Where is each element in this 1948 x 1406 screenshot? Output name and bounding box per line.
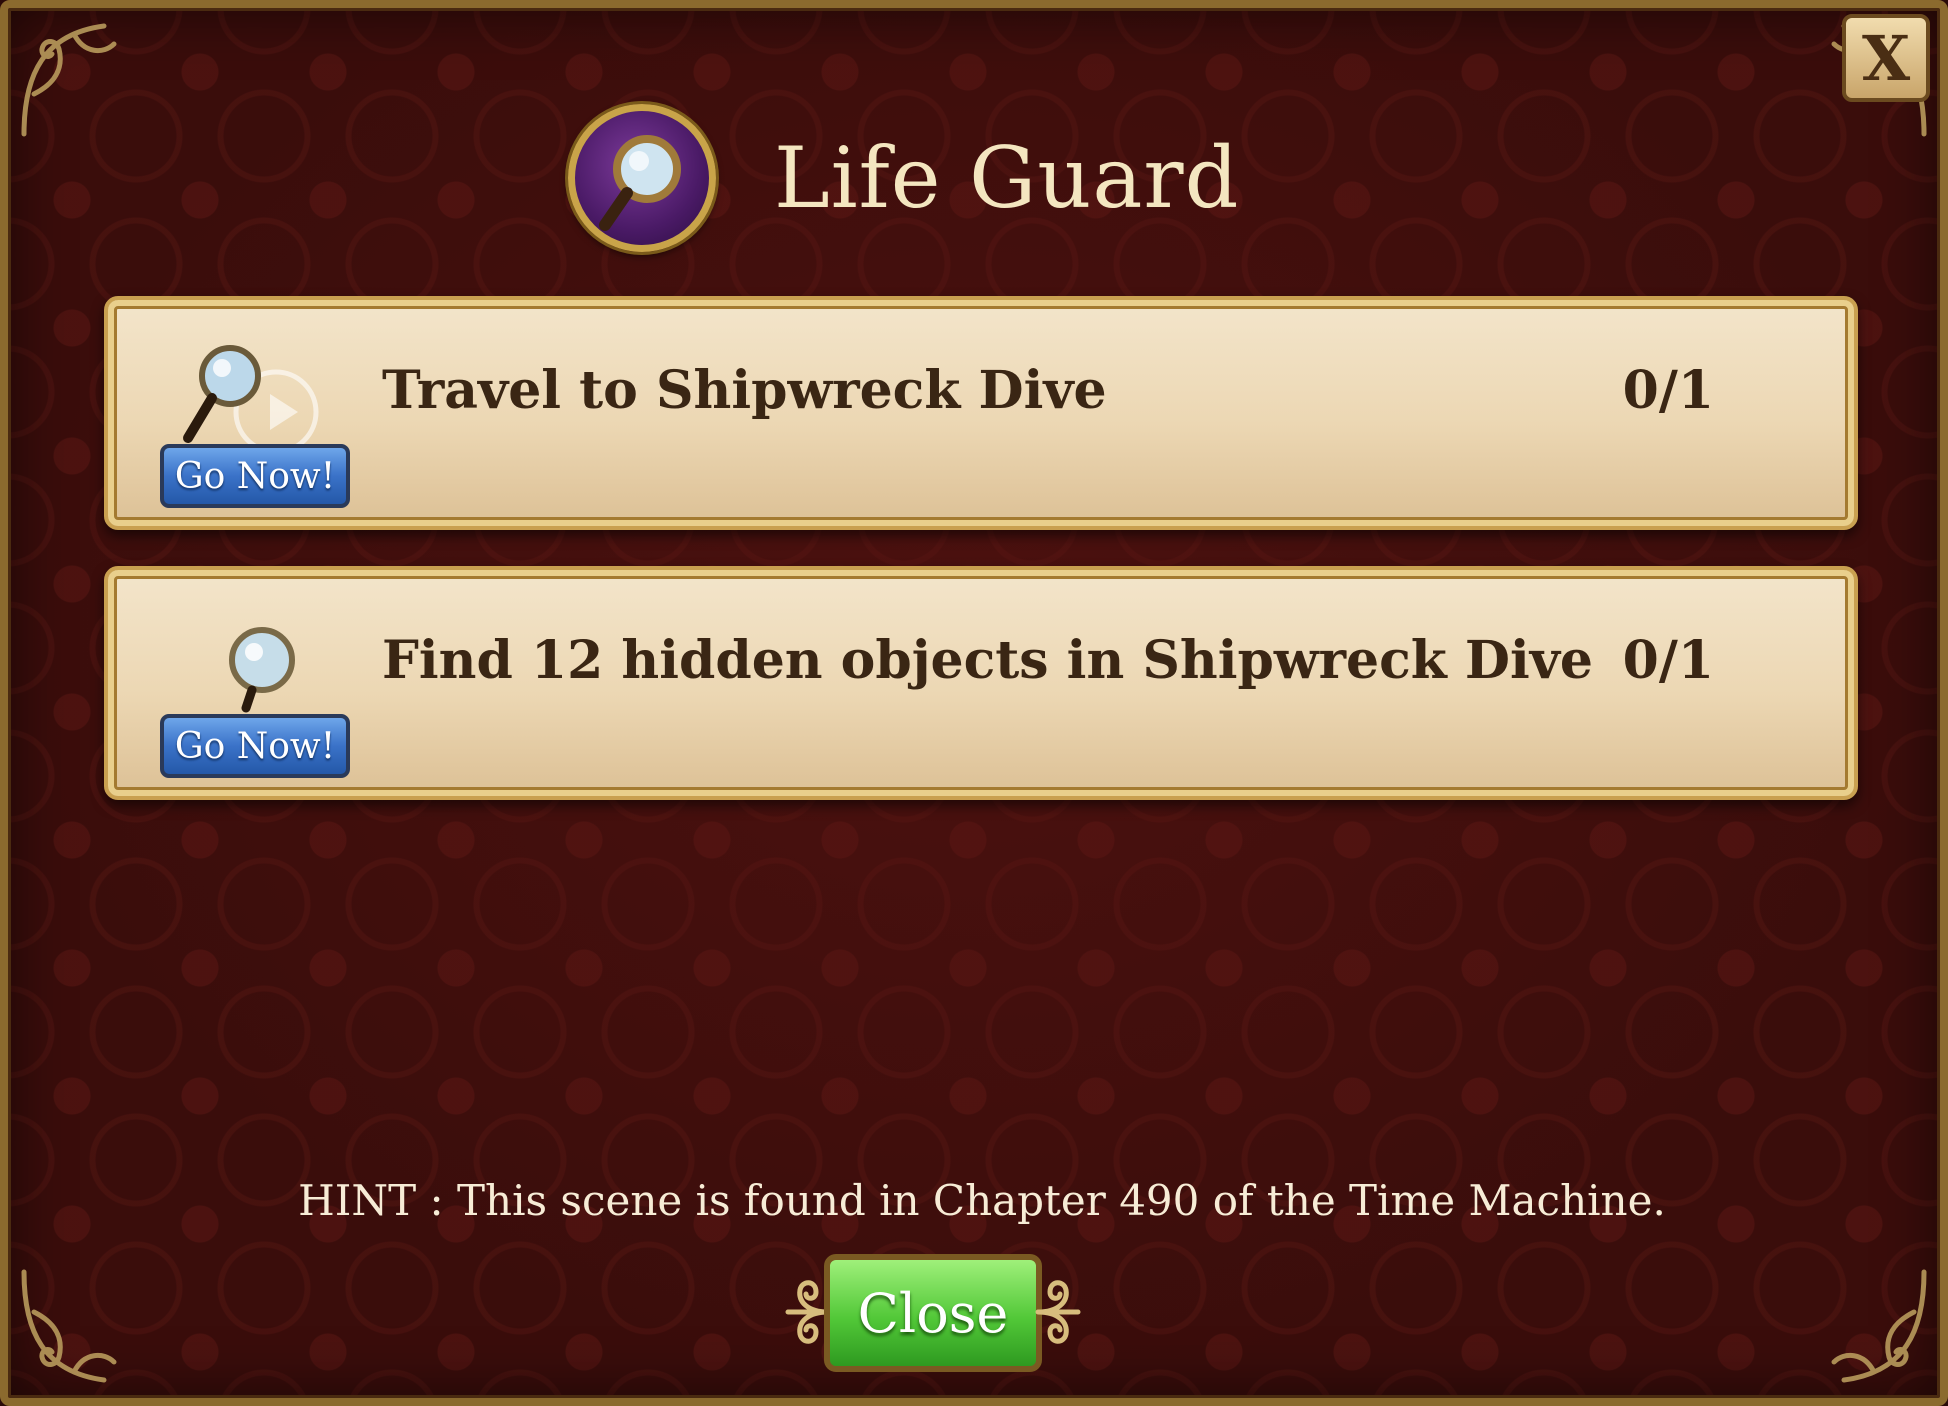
dialog-title: Life Guard [774, 129, 1240, 227]
task-row: Find 12 hidden objects in Shipwreck Dive… [104, 566, 1858, 800]
close-button[interactable]: Close [824, 1254, 1042, 1372]
task-row: Travel to Shipwreck Dive 0/1 Go Now! [104, 296, 1858, 530]
go-now-button[interactable]: Go Now! [160, 714, 350, 778]
corner-ornament [14, 14, 144, 144]
task-label: Find 12 hidden objects in Shipwreck Dive [382, 630, 1594, 691]
task-label: Travel to Shipwreck Dive [382, 360, 1107, 421]
magnifier-medal-icon [568, 104, 716, 252]
quest-dialog: X Life Guard Travel to Shipwreck Dive 0/… [0, 0, 1948, 1406]
hint-text: HINT : This scene is found in Chapter 49… [298, 1176, 1666, 1225]
close-x-button[interactable]: X [1842, 14, 1930, 102]
close-button-group: Close [778, 1248, 1088, 1378]
go-now-button[interactable]: Go Now! [160, 444, 350, 508]
corner-ornament [14, 1262, 144, 1392]
flourish-ornament [1034, 1272, 1088, 1352]
corner-ornament [1804, 1262, 1934, 1392]
task-progress: 0/1 [1622, 630, 1714, 691]
task-progress: 0/1 [1622, 360, 1714, 421]
dialog-header: Life Guard [568, 104, 1240, 252]
